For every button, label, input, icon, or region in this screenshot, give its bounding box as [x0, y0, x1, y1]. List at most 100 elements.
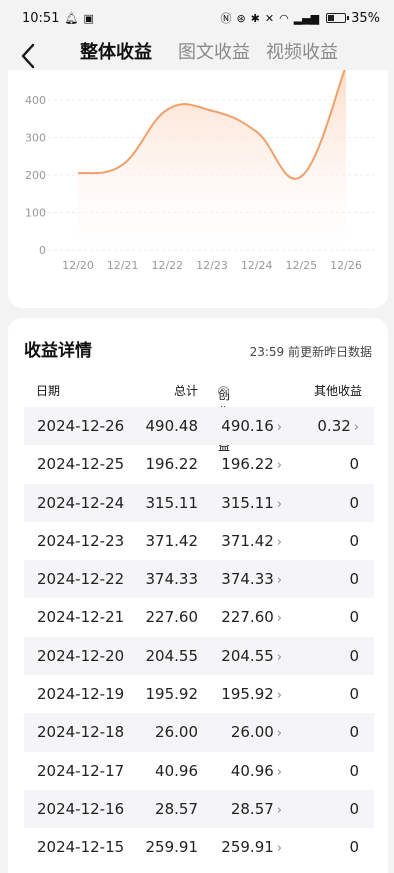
nfc-icon: Ⓝ [220, 11, 232, 25]
vibrate-icon: ⊛ [236, 11, 246, 25]
x-tick-label: 12/25 [285, 259, 317, 272]
chevron-right-icon: › [353, 420, 359, 435]
earnings-table: 2024-12-26 490.48 490.16 › 0.32 › 2024-12-25 19… [24, 407, 374, 867]
row-date: 2024-12-18 [37, 723, 125, 742]
row-date: 2024-12-15 [37, 838, 125, 857]
chevron-right-icon: › [276, 688, 282, 704]
x-tick-label: 12/24 [241, 259, 273, 272]
row-other-earnings: 0 [349, 762, 359, 780]
row-other-earnings: 0 [349, 838, 359, 856]
chevron-right-icon: › [276, 649, 282, 665]
table-row[interactable]: 2024-12-20 204.55 204.55 › 0 [24, 636, 374, 676]
table-row[interactable]: 2024-12-18 26.00 26.00 › 0 [24, 713, 374, 752]
row-creation-earnings-link[interactable]: 195.92 › [221, 685, 282, 703]
row-total: 315.11 [145, 493, 199, 512]
tab-article-earnings[interactable]: 图文收益 [178, 40, 250, 66]
row-creation-earnings-link[interactable]: 315.11 › [221, 494, 282, 512]
table-row[interactable]: 2024-12-15 259.91 259.91 › 0 [24, 828, 374, 866]
row-total: 259.91 [145, 838, 199, 857]
row-creation-earnings-link[interactable]: 204.55 › [221, 647, 282, 665]
header-other-earnings: 其他收益 [313, 384, 362, 398]
tab-overall-earnings[interactable]: 整体收益 [80, 40, 152, 66]
earnings-chart-card: 0 100 200 300 400 12/20 12/21 12/22 12/23 12/24 1… [8, 70, 388, 308]
row-total: 196.22 [145, 455, 199, 474]
earnings-detail-card: 收益详情 23:59 前更新昨日数据 日期 总计 创作收益 ? 其他收益 202… [8, 318, 388, 873]
chevron-right-icon: › [276, 496, 282, 512]
row-creation-earnings: 371.42 [221, 531, 274, 550]
earnings-area-fill [78, 70, 346, 250]
app-notification-icon: ▣ [83, 11, 94, 25]
header-total: 总计 [173, 384, 198, 398]
notification-bell-icon: 🔔︎ [64, 11, 79, 25]
table-row[interactable]: 2024-12-25 196.22 196.22 › 0 [24, 445, 374, 483]
x-tick-label: 12/23 [196, 259, 228, 272]
row-other-earnings-value: 0 [349, 531, 359, 550]
row-creation-earnings-link[interactable]: 227.60 › [221, 608, 282, 626]
row-creation-earnings-link[interactable]: 374.33 › [221, 570, 282, 588]
row-other-earnings: 0 [349, 532, 359, 550]
table-row[interactable]: 2024-12-17 40.96 40.96 › 0 [24, 752, 374, 790]
row-creation-earnings: 204.55 [221, 646, 274, 665]
row-creation-earnings: 374.33 [221, 570, 274, 589]
help-icon[interactable]: ? [218, 386, 229, 397]
row-other-earnings: 0 [349, 494, 359, 512]
table-row[interactable]: 2024-12-21 227.60 227.60 › 0 [24, 598, 374, 636]
chevron-right-icon: › [276, 726, 282, 742]
row-other-earnings: 0 [349, 455, 359, 473]
chevron-right-icon: › [276, 611, 282, 627]
table-row[interactable]: 2024-12-16 28.57 28.57 › 0 [24, 789, 374, 829]
row-creation-earnings: 196.22 [221, 455, 274, 474]
row-other-earnings-value: 0 [349, 685, 359, 704]
row-date: 2024-12-24 [37, 493, 125, 512]
chevron-right-icon: › [276, 534, 282, 550]
row-date: 2024-12-16 [37, 799, 125, 818]
row-date: 2024-12-23 [37, 531, 125, 550]
row-other-earnings-link[interactable]: 0.32 › [317, 417, 359, 435]
row-creation-earnings-link[interactable]: 196.22 › [221, 455, 282, 473]
x-tick-label: 12/26 [330, 259, 362, 272]
row-total: 227.60 [145, 608, 199, 627]
row-total: 28.57 [155, 799, 198, 818]
y-tick-label: 200 [25, 169, 46, 182]
battery-percent: 35% [351, 10, 380, 26]
row-other-earnings-value: 0 [349, 723, 359, 742]
row-other-earnings-value: 0.32 [317, 417, 351, 435]
back-button[interactable] [14, 40, 42, 72]
status-time: 10:51 [22, 10, 60, 26]
signal-icon: ▂▄▆ [293, 11, 320, 25]
row-creation-earnings-link[interactable]: 26.00 › [231, 723, 282, 741]
row-other-earnings-value: 0 [349, 799, 359, 818]
row-date: 2024-12-17 [37, 761, 125, 780]
row-creation-earnings-link[interactable]: 259.91 › [221, 838, 282, 856]
row-total: 490.48 [145, 417, 199, 435]
row-date: 2024-12-25 [37, 455, 125, 474]
table-row[interactable]: 2024-12-23 371.42 371.42 › 0 [24, 522, 374, 560]
table-row[interactable]: 2024-12-22 374.33 374.33 › 0 [24, 560, 374, 599]
wifi-icon: ◠ [279, 11, 289, 25]
status-right: Ⓝ ⊛ ✱ ✕ ◠ ▂▄▆ 35% [220, 11, 380, 26]
row-other-earnings-value: 0 [349, 838, 359, 857]
chevron-right-icon: › [276, 841, 282, 857]
earnings-chart: 0 100 200 300 400 12/20 12/21 12/22 12/23 12/24 1… [25, 70, 374, 272]
row-other-earnings-value: 0 [349, 646, 359, 665]
chevron-right-icon: › [276, 573, 282, 589]
update-note: 23:59 前更新昨日数据 [249, 345, 372, 359]
row-creation-earnings: 26.00 [230, 723, 274, 742]
row-date: 2024-12-19 [37, 685, 125, 704]
row-total: 26.00 [155, 723, 198, 742]
row-creation-earnings-link[interactable]: 40.96 › [231, 762, 282, 780]
table-row[interactable]: 2024-12-19 195.92 195.92 › 0 [24, 675, 374, 713]
tab-video-earnings[interactable]: 视频收益 [266, 40, 338, 66]
y-tick-label: 400 [25, 94, 46, 107]
row-creation-earnings-link[interactable]: 490.16 › [221, 417, 282, 435]
row-total: 195.92 [145, 685, 199, 704]
row-other-earnings-value: 0 [349, 455, 359, 474]
row-creation-earnings-link[interactable]: 28.57 › [231, 800, 282, 818]
row-other-earnings-value: 0 [349, 608, 359, 627]
row-creation-earnings: 259.91 [221, 838, 274, 857]
row-date: 2024-12-26 [37, 417, 125, 435]
row-other-earnings-value: 0 [349, 761, 359, 780]
row-creation-earnings-link[interactable]: 371.42 › [221, 532, 282, 550]
table-row[interactable]: 2024-12-24 315.11 315.11 › 0 [24, 483, 374, 522]
table-row[interactable]: 2024-12-26 490.48 490.16 › 0.32 › [24, 407, 374, 446]
